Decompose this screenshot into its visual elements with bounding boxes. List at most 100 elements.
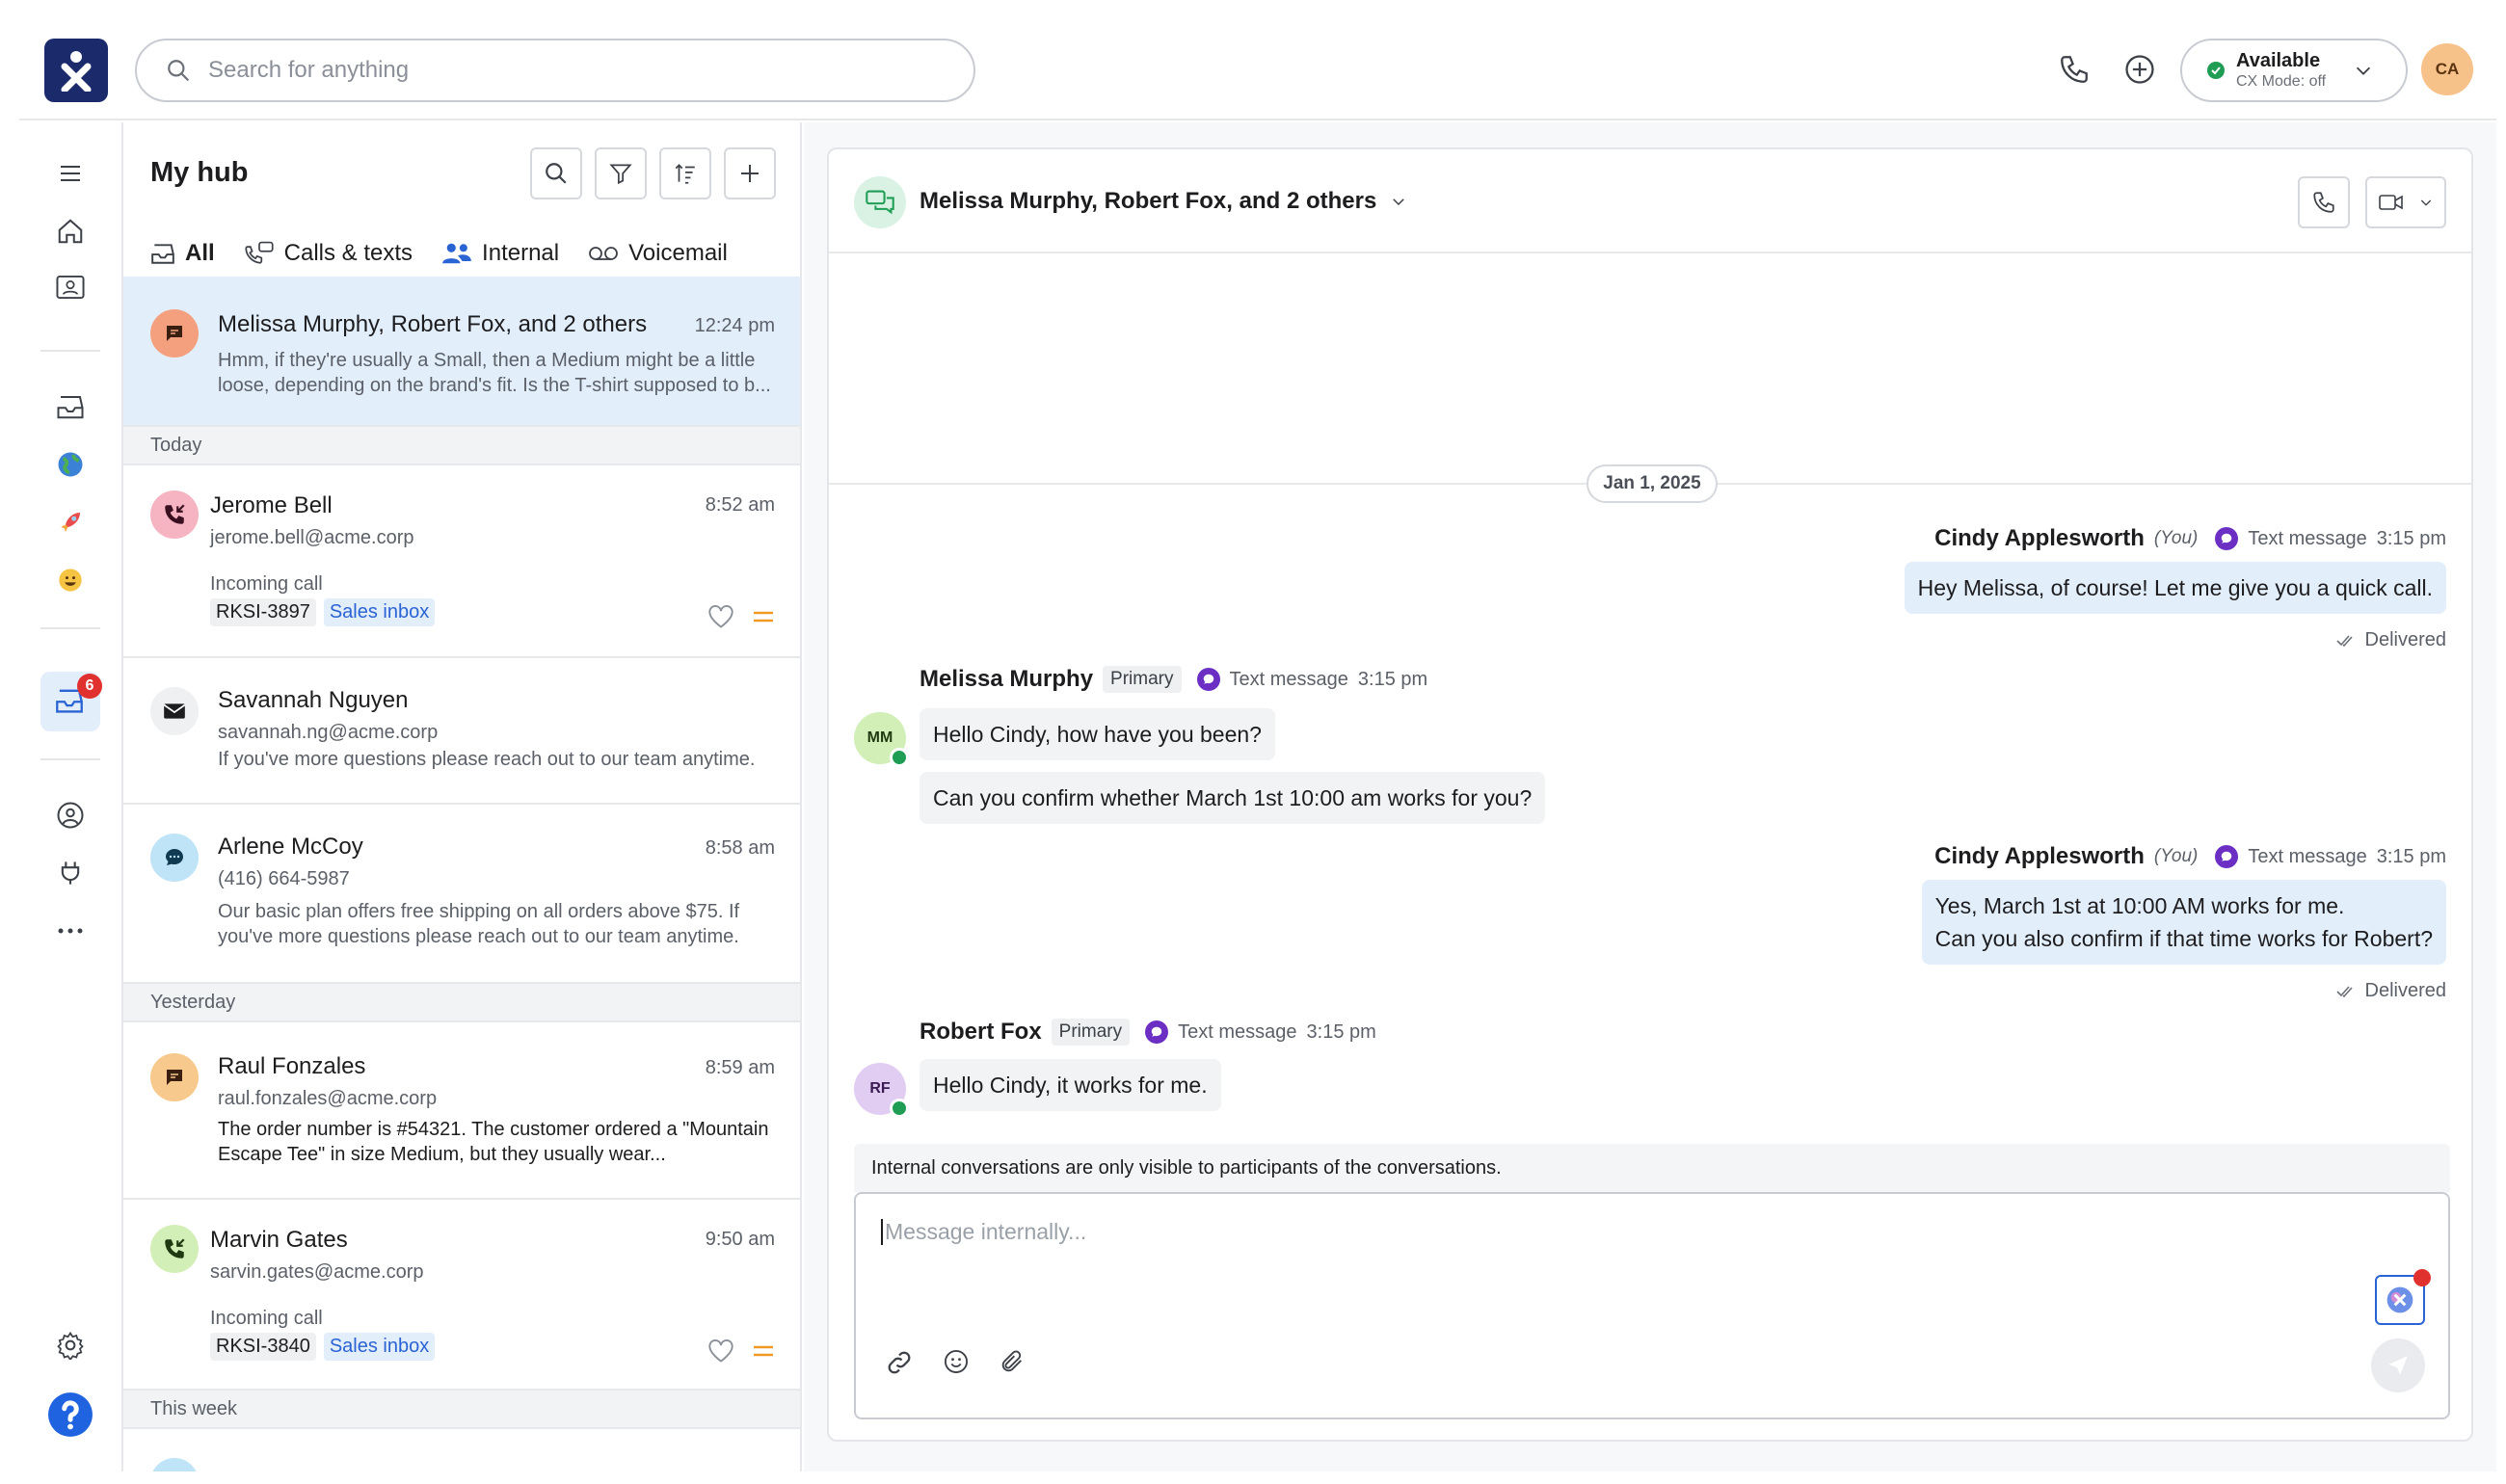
channel-label: Text message <box>2248 845 2367 867</box>
contact-email: jerome.bell@acme.corp <box>210 527 414 548</box>
link-icon[interactable] <box>885 1348 914 1377</box>
send-icon <box>2386 1353 2411 1378</box>
search-icon <box>544 161 569 186</box>
text-message-icon <box>2215 527 2239 550</box>
conversation-time: 12:24 pm <box>694 315 775 336</box>
list-item[interactable] <box>123 1429 800 1471</box>
contacts-icon[interactable] <box>50 267 91 307</box>
delivery-status: Delivered <box>2335 980 2446 1002</box>
message-bubble: Hello Cindy, it works for me. <box>920 1059 1221 1111</box>
message-time: 3:15 pm <box>2376 845 2446 867</box>
avatar[interactable]: RF <box>854 1063 909 1118</box>
avatar[interactable]: MM <box>854 712 909 767</box>
channel-label: Text message <box>2248 527 2367 549</box>
message-bubble: Hello Cindy, how have you been? <box>920 708 1275 760</box>
message-input[interactable]: Message internally... <box>881 1219 1086 1245</box>
primary-badge: Primary <box>1051 1019 1131 1046</box>
conversation-name: Melissa Murphy, Robert Fox, and 2 others <box>218 311 648 337</box>
chevron-down-icon <box>2418 195 2434 210</box>
heart-icon[interactable] <box>707 604 734 629</box>
double-check-icon <box>2335 984 2356 999</box>
attachment-icon[interactable] <box>999 1348 1026 1377</box>
left-rail: 6 <box>19 122 120 1471</box>
list-item[interactable]: Marvin Gates 9:50 am sarvin.gates@acme.c… <box>123 1200 800 1391</box>
plus-icon <box>738 162 761 185</box>
message-composer[interactable]: Message internally... <box>854 1192 2450 1419</box>
message-meta: Robert Fox Primary Text message 3:15 pm <box>920 1019 1376 1046</box>
video-call-button[interactable] <box>2365 176 2446 228</box>
chat-icon <box>150 1053 199 1101</box>
globe-icon[interactable] <box>50 444 91 485</box>
conversation-time: 8:52 am <box>705 494 775 516</box>
hub-search-button[interactable] <box>530 147 582 199</box>
menu-icon[interactable] <box>50 153 91 194</box>
ticket-badge[interactable]: RKSI-3897 <box>210 598 316 626</box>
conversation-time: 8:58 am <box>705 837 775 859</box>
user-avatar[interactable]: CA <box>2421 43 2473 95</box>
priority-icon[interactable] <box>752 609 775 624</box>
add-circle-icon[interactable] <box>2120 50 2159 89</box>
tab-calls-texts[interactable]: Calls & texts <box>244 225 413 282</box>
tab-label: All <box>185 240 215 266</box>
tab-all[interactable]: All <box>150 225 215 282</box>
availability-dropdown[interactable]: Available CX Mode: off <box>2180 39 2408 102</box>
conversation-preview: Hmm, if they're usually a Small, then a … <box>218 350 771 396</box>
list-item[interactable]: Raul Fonzales 8:59 am raul.fonzales@acme… <box>123 1022 800 1200</box>
sender-name: Cindy Applesworth <box>1934 525 2145 551</box>
list-item[interactable]: Melissa Murphy, Robert Fox, and 2 others… <box>123 277 800 427</box>
contact-name: Jerome Bell <box>210 492 333 518</box>
inbox-nav-item[interactable]: 6 <box>40 672 102 731</box>
home-icon[interactable] <box>50 211 91 252</box>
tab-voicemail[interactable]: Voicemail <box>588 225 728 282</box>
call-button[interactable] <box>2298 176 2350 228</box>
internal-notice: Internal conversations are only visible … <box>854 1144 2450 1192</box>
text-message-icon <box>2215 845 2239 868</box>
hub-panel: My hub All Calls & texts Internal Voicem… <box>121 122 802 1471</box>
text-message-icon <box>1145 1020 1169 1044</box>
phone-icon[interactable] <box>2055 50 2093 89</box>
emoji-icon[interactable] <box>943 1348 970 1377</box>
message-time: 3:15 pm <box>1357 668 1428 690</box>
search-placeholder: Search for anything <box>208 57 410 83</box>
conversation-header: Melissa Murphy, Robert Fox, and 2 others <box>829 149 2471 253</box>
contact-name: Marvin Gates <box>210 1227 348 1253</box>
mail-icon <box>150 687 199 735</box>
rocket-icon[interactable] <box>50 502 91 543</box>
heart-icon[interactable] <box>707 1338 734 1364</box>
group-chat-icon <box>854 176 906 228</box>
conversation-panel: Melissa Murphy, Robert Fox, and 2 others… <box>827 147 2473 1442</box>
filter-button[interactable] <box>595 147 647 199</box>
smiley-icon[interactable] <box>50 560 91 600</box>
conversation-preview: If you've more questions please reach ou… <box>218 749 756 770</box>
avatar-initials: MM <box>866 729 893 746</box>
ai-assist-button[interactable] <box>2375 1269 2431 1325</box>
app-logo[interactable] <box>44 39 108 102</box>
message-time: 3:15 pm <box>2376 527 2446 549</box>
double-check-icon <box>2335 633 2356 649</box>
more-icon[interactable] <box>50 911 91 951</box>
tab-label: Internal <box>482 240 560 266</box>
cx-mode-label: CX Mode: off <box>2236 73 2327 90</box>
contact-email: raul.fonzales@acme.corp <box>218 1088 438 1109</box>
help-icon[interactable] <box>46 1391 94 1439</box>
tab-internal[interactable]: Internal <box>441 225 559 282</box>
message-line: Yes, March 1st at 10:00 AM works for me. <box>1934 893 2345 918</box>
inbox-badge[interactable]: Sales inbox <box>323 1333 436 1361</box>
priority-icon[interactable] <box>752 1343 775 1359</box>
list-item[interactable]: Jerome Bell 8:52 am jerome.bell@acme.cor… <box>123 465 800 658</box>
inbox-tray-icon[interactable] <box>50 386 91 427</box>
new-conversation-button[interactable] <box>724 147 776 199</box>
list-item[interactable]: Savannah Nguyen savannah.ng@acme.corp If… <box>123 658 800 805</box>
conversation-title-dropdown[interactable]: Melissa Murphy, Robert Fox, and 2 others <box>920 188 1407 215</box>
hub-tabs: All Calls & texts Internal Voicemail <box>150 225 728 282</box>
sort-button[interactable] <box>659 147 711 199</box>
inbox-badge[interactable]: Sales inbox <box>323 598 436 626</box>
plug-icon[interactable] <box>50 853 91 893</box>
search-input[interactable]: Search for anything <box>135 39 975 102</box>
send-button[interactable] <box>2371 1338 2425 1392</box>
message-bubble: Hey Melissa, of course! Let me give you … <box>1904 562 2446 614</box>
user-circle-icon[interactable] <box>50 795 91 835</box>
settings-icon[interactable] <box>50 1325 91 1365</box>
list-item[interactable]: Arlene McCoy 8:58 am (416) 664-5987 Our … <box>123 805 800 984</box>
ticket-badge[interactable]: RKSI-3840 <box>210 1333 316 1361</box>
